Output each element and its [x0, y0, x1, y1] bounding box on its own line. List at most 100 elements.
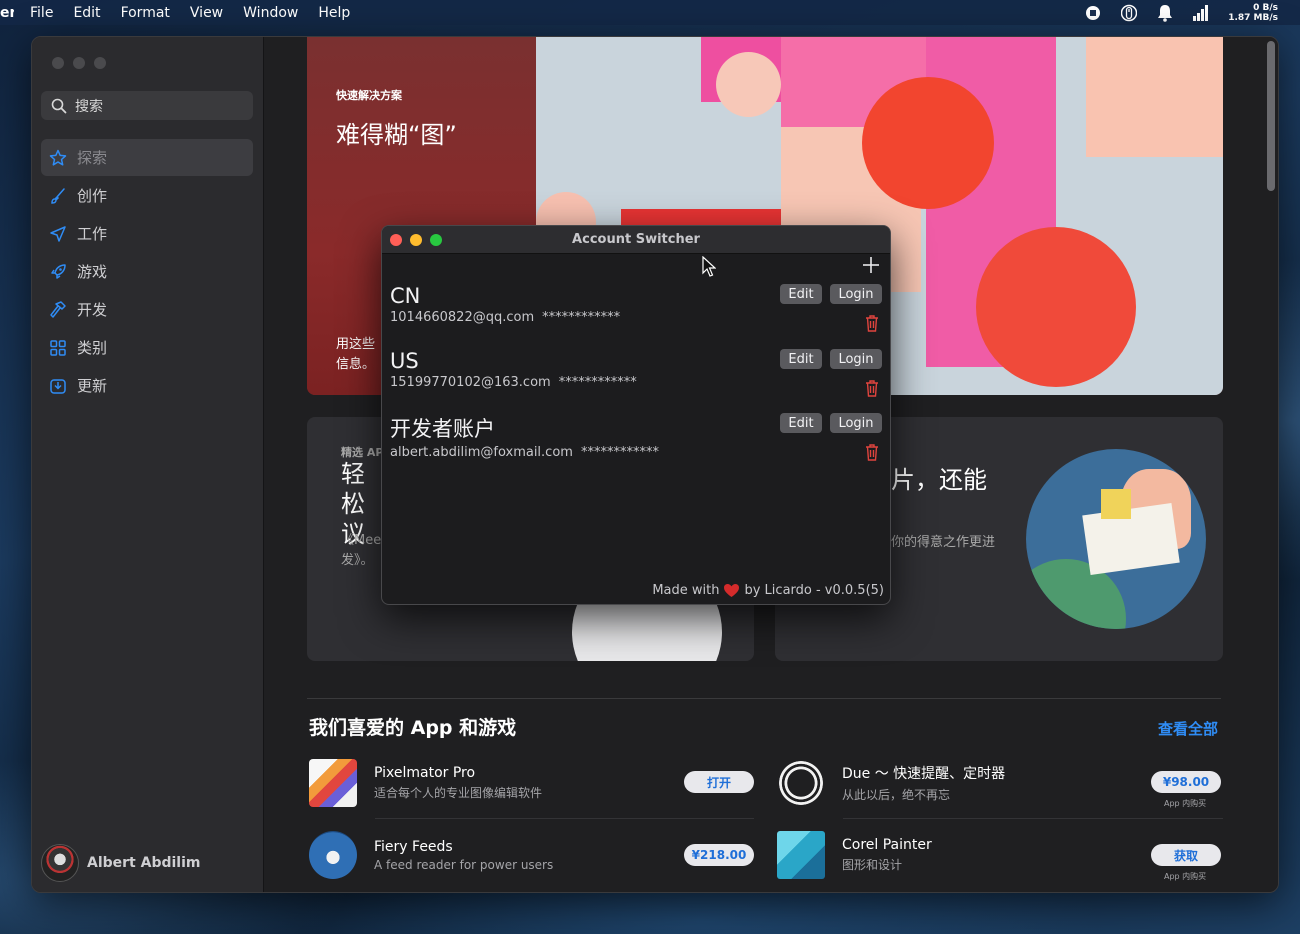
minimize-button[interactable]: [73, 57, 85, 69]
network-bars-icon[interactable]: [1192, 4, 1210, 22]
card-title: 片，还能: [891, 466, 987, 494]
menu-edit[interactable]: Edit: [63, 5, 110, 21]
menu-window[interactable]: Window: [233, 5, 308, 21]
section-title: 我们喜爱的 App 和游戏: [309, 717, 517, 739]
menu-app-name[interactable]: er: [0, 5, 14, 21]
account-password: ************: [542, 310, 621, 325]
corel-painter-icon: [777, 831, 825, 879]
sidebar: 搜索 探索 创作 工作 游戏 开发 类别 更新 Albert Abdilim: [32, 37, 264, 892]
switcher-minimize-button[interactable]: [410, 234, 422, 246]
row-separator: [843, 818, 1223, 819]
sidebar-item-games[interactable]: 游戏: [41, 253, 253, 290]
app-name: Pixelmator Pro: [374, 765, 476, 781]
trash-icon[interactable]: [864, 443, 880, 461]
net-up: 0 B/s: [1253, 2, 1278, 13]
switcher-window-controls: [390, 234, 442, 246]
in-app-purchase-label: App 内购买: [1164, 872, 1207, 881]
app-row-corel-painter[interactable]: Corel Painter 图形和设计: [777, 825, 932, 885]
download-icon: [50, 378, 66, 394]
paper-plane-icon: [50, 225, 66, 242]
card-kicker: 精选 AP: [341, 446, 381, 459]
open-button[interactable]: 打开: [684, 771, 754, 793]
hero-title: 难得糊“图”: [336, 121, 457, 149]
avatar: [41, 844, 79, 882]
add-account-button[interactable]: [860, 254, 882, 276]
account-email: albert.abdilim@foxmail.com: [390, 445, 573, 460]
card-artwork: [1026, 449, 1206, 629]
sidebar-item-create[interactable]: 创作: [41, 177, 253, 214]
app-row-fiery-feeds[interactable]: Fiery Feeds A feed reader for power user…: [309, 825, 553, 885]
sidebar-item-label: 类别: [77, 339, 108, 357]
sidebar-item-updates[interactable]: 更新: [41, 367, 253, 404]
section-divider: [307, 698, 1221, 699]
edit-button[interactable]: Edit: [780, 413, 822, 433]
close-button[interactable]: [52, 57, 64, 69]
edit-button[interactable]: Edit: [780, 284, 822, 304]
star-icon: [49, 149, 67, 166]
price-button[interactable]: ¥98.00: [1151, 771, 1221, 793]
zoom-button[interactable]: [94, 57, 106, 69]
fiery-feeds-icon: [309, 831, 357, 879]
card-desc-line: 发》。: [341, 553, 374, 568]
account-row: US 15199770102@163.com ************ Edit …: [390, 349, 882, 409]
menu-help[interactable]: Help: [308, 5, 360, 21]
app-subtitle: 图形和设计: [842, 858, 903, 872]
mouse-icon[interactable]: [1120, 4, 1138, 22]
login-button[interactable]: Login: [830, 413, 882, 433]
menu-file[interactable]: File: [20, 5, 63, 21]
sidebar-item-work[interactable]: 工作: [41, 215, 253, 252]
edit-button[interactable]: Edit: [780, 349, 822, 369]
account-email: 15199770102@163.com: [390, 375, 551, 390]
footer-suffix: by Licardo - v0.0.5(5): [744, 583, 884, 598]
pixelmator-icon: [309, 759, 357, 807]
net-down: 1.87 MB/s: [1228, 12, 1278, 23]
account-switcher-window: Account Switcher CN 1014660822@qq.com ***…: [381, 225, 891, 605]
get-button[interactable]: 获取: [1151, 844, 1221, 866]
menu-format[interactable]: Format: [111, 5, 180, 21]
sidebar-item-categories[interactable]: 类别: [41, 329, 253, 366]
switcher-zoom-button[interactable]: [430, 234, 442, 246]
sidebar-item-label: 探索: [77, 149, 108, 167]
app-subtitle: 从此以后，绝不再忘: [842, 788, 951, 802]
switcher-close-button[interactable]: [390, 234, 402, 246]
user-account[interactable]: Albert Abdilim: [41, 844, 200, 882]
app-subtitle: 适合每个人的专业图像编辑软件: [374, 786, 543, 800]
hammer-icon: [50, 300, 66, 318]
app-subtitle: A feed reader for power users: [374, 857, 554, 872]
bell-icon[interactable]: [1156, 4, 1174, 22]
login-button[interactable]: Login: [830, 284, 882, 304]
login-button[interactable]: Login: [830, 349, 882, 369]
search-icon: [51, 98, 67, 113]
sidebar-nav: 探索 创作 工作 游戏 开发 类别 更新: [41, 139, 253, 405]
see-all-link[interactable]: 查看全部: [1158, 718, 1218, 739]
net-speed: 0 B/s 1.87 MB/s: [1228, 3, 1278, 23]
scrollbar[interactable]: [1267, 41, 1275, 191]
sidebar-item-label: 工作: [77, 225, 108, 243]
sidebar-item-develop[interactable]: 开发: [41, 291, 253, 328]
in-app-purchase-label: App 内购买: [1164, 799, 1207, 808]
hero-desc-line: 用这些: [336, 337, 376, 352]
card-desc-line: 《Mee: [341, 533, 382, 548]
card-description: 《Mee 发》。: [341, 531, 383, 571]
account-email: 1014660822@qq.com: [390, 310, 535, 325]
search-input[interactable]: 搜索: [41, 91, 253, 120]
heart-icon: [724, 584, 740, 597]
account-password: ************: [580, 445, 659, 460]
app-row-due[interactable]: Due ～ 快速提醒、定时器 从此以后，绝不再忘: [777, 753, 1005, 813]
card-title-line: 轻松: [341, 460, 365, 518]
status-area: 0 B/s 1.87 MB/s: [1084, 0, 1278, 25]
trash-icon[interactable]: [864, 379, 880, 397]
grid-icon: [50, 339, 66, 356]
trash-icon[interactable]: [864, 314, 880, 332]
app-name: Corel Painter: [842, 837, 932, 853]
switcher-titlebar[interactable]: Account Switcher: [382, 226, 890, 254]
account-row: 开发者账户 albert.abdilim@foxmail.com ********…: [390, 413, 882, 473]
price-button[interactable]: ¥218.00: [684, 844, 754, 866]
stop-record-icon[interactable]: [1084, 4, 1102, 22]
app-row-pixelmator[interactable]: Pixelmator Pro 适合每个人的专业图像编辑软件: [309, 753, 542, 813]
menu-view[interactable]: View: [180, 5, 233, 21]
sidebar-item-label: 更新: [77, 377, 108, 395]
app-name: Fiery Feeds: [374, 838, 453, 855]
sidebar-item-explore[interactable]: 探索: [41, 139, 253, 176]
rocket-icon: [51, 263, 66, 279]
